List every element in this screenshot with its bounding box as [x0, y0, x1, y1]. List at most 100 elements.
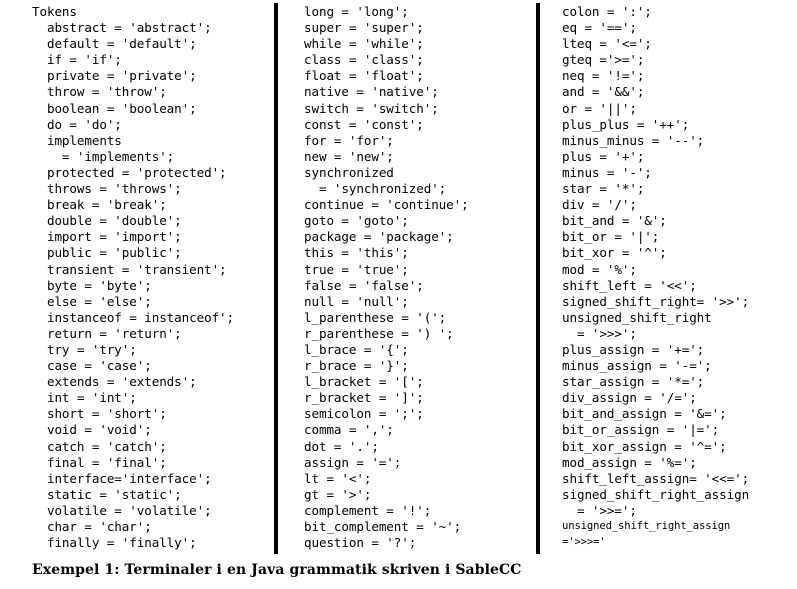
token-line: div_assign = '/=';	[562, 390, 697, 406]
token-line: eq = '==';	[562, 20, 637, 36]
token-line: throws = 'throws';	[32, 181, 182, 197]
token-line: or = '||';	[562, 100, 637, 116]
token-line: and = '&&';	[562, 84, 645, 100]
token-line: mod_assign = '%=';	[562, 454, 697, 470]
token-line: if = 'if';	[32, 52, 122, 68]
token-line: double = 'double';	[32, 213, 182, 229]
token-column-1: Tokens abstract = 'abstract'; default = …	[32, 4, 268, 551]
token-line: minus_minus = '--';	[562, 132, 705, 148]
token-line: lteq = '<=';	[562, 36, 652, 52]
token-line: return = 'return';	[32, 325, 182, 341]
token-column-3: colon = ':'; eq = '=='; lteq = '<='; gteq =…	[562, 4, 794, 551]
token-line: plus = '+';	[562, 148, 645, 164]
token-line: while = 'while';	[304, 36, 424, 52]
token-line: implements	[32, 132, 122, 148]
token-line: unsigned_shift_right_assign	[562, 520, 731, 532]
token-line: semicolon = ';';	[304, 406, 424, 422]
token-line: do = 'do';	[32, 116, 122, 132]
token-line: this = 'this';	[304, 245, 409, 261]
token-line: class = 'class';	[304, 52, 424, 68]
token-line: comma = ',';	[304, 422, 394, 438]
token-line: null = 'null';	[304, 293, 409, 309]
token-line: true = 'true';	[304, 261, 409, 277]
token-line: protected = 'protected';	[32, 164, 227, 180]
token-line: neq = '!=';	[562, 68, 645, 84]
token-line: mod = '%';	[562, 261, 637, 277]
token-line: bit_and = '&';	[562, 213, 667, 229]
token-column-2: long = 'long'; super = 'super'; while = 'w…	[304, 4, 530, 551]
token-line: continue = 'continue';	[304, 197, 469, 213]
token-line: for = 'for';	[304, 132, 394, 148]
token-line: signed_shift_right= '>>';	[562, 293, 750, 309]
token-line: extends = 'extends';	[32, 374, 197, 390]
token-line: long = 'long';	[304, 4, 409, 19]
token-line: l_bracket = '[';	[304, 374, 424, 390]
token-line: native = 'native';	[304, 84, 439, 100]
token-line: break = 'break';	[32, 197, 167, 213]
token-line: plus_assign = '+=';	[562, 341, 705, 357]
token-line: const = 'const';	[304, 116, 424, 132]
token-line: colon = ':';	[562, 4, 652, 19]
token-line: shift_left_assign= '<<=';	[562, 470, 750, 486]
token-line: int = 'int';	[32, 390, 137, 406]
token-line: gt = '>';	[304, 486, 372, 502]
token-line: transient = 'transient';	[32, 261, 227, 277]
token-line: goto = 'goto';	[304, 213, 409, 229]
token-line: false = 'false';	[304, 277, 424, 293]
token-line: lt = '<';	[304, 470, 372, 486]
token-line: catch = 'catch';	[32, 438, 167, 454]
token-line: ='>>>='	[562, 536, 606, 549]
token-line: case = 'case';	[32, 358, 152, 374]
token-line: boolean = 'boolean';	[32, 100, 197, 116]
token-line: div = '/';	[562, 197, 637, 213]
token-line: signed_shift_right_assign	[562, 486, 750, 502]
token-line: finally = 'finally';	[32, 535, 197, 551]
column-divider-2	[536, 3, 540, 554]
token-line: Tokens	[32, 4, 77, 19]
token-line: import = 'import';	[32, 229, 182, 245]
token-line: l_brace = '{';	[304, 341, 409, 357]
token-line: new = 'new';	[304, 148, 394, 164]
token-line: dot = '.';	[304, 438, 379, 454]
token-line: question = '?';	[304, 535, 417, 551]
token-line: bit_or_assign = '|=';	[562, 422, 720, 438]
token-line: r_brace = '}';	[304, 358, 409, 374]
token-line: public = 'public';	[32, 245, 182, 261]
token-line: = 'implements';	[32, 148, 175, 164]
token-line: bit_or = '|';	[562, 229, 660, 245]
column-divider-1	[274, 3, 278, 554]
token-line: volatile = 'volatile';	[32, 502, 212, 518]
token-line: star_assign = '*=';	[562, 374, 705, 390]
token-line: interface='interface';	[32, 470, 212, 486]
token-line: private = 'private';	[32, 68, 197, 84]
token-line: bit_complement = '~';	[304, 519, 462, 534]
token-line: plus_plus = '++';	[562, 116, 690, 132]
token-line: l_parenthese = '(';	[304, 309, 447, 325]
token-line: unsigned_shift_right	[562, 309, 712, 325]
token-line: = 'synchronized';	[304, 181, 447, 197]
token-line: star = '*';	[562, 181, 645, 197]
token-line: minus = '-';	[562, 164, 652, 180]
token-line: byte = 'byte';	[32, 277, 152, 293]
figure-caption: Exempel 1: Terminaler i en Java grammati…	[32, 562, 522, 578]
token-line: complement = '!';	[304, 502, 432, 518]
token-line: switch = 'switch';	[304, 100, 439, 116]
token-line: package = 'package';	[304, 229, 454, 245]
token-line: else = 'else';	[32, 293, 152, 309]
token-line: void = 'void';	[32, 422, 152, 438]
token-line: throw = 'throw';	[32, 84, 167, 100]
token-line: bit_xor = '^';	[562, 245, 667, 261]
token-line: = '>>>';	[562, 325, 637, 341]
token-line: synchronized	[304, 164, 394, 180]
token-line: assign = '=';	[304, 454, 402, 470]
token-line: = '>>=';	[562, 502, 637, 518]
token-line: r_bracket = ']';	[304, 390, 424, 406]
token-line: super = 'super';	[304, 20, 424, 36]
token-line: default = 'default';	[32, 36, 197, 52]
token-line: short = 'short';	[32, 406, 167, 422]
token-line: bit_xor_assign = '^=';	[562, 438, 727, 454]
token-line: try = 'try';	[32, 341, 137, 357]
figure-page: Tokens abstract = 'abstract'; default = …	[0, 0, 797, 589]
token-line: instanceof = instanceof';	[32, 309, 235, 325]
token-line: shift_left = '<<';	[562, 277, 697, 293]
